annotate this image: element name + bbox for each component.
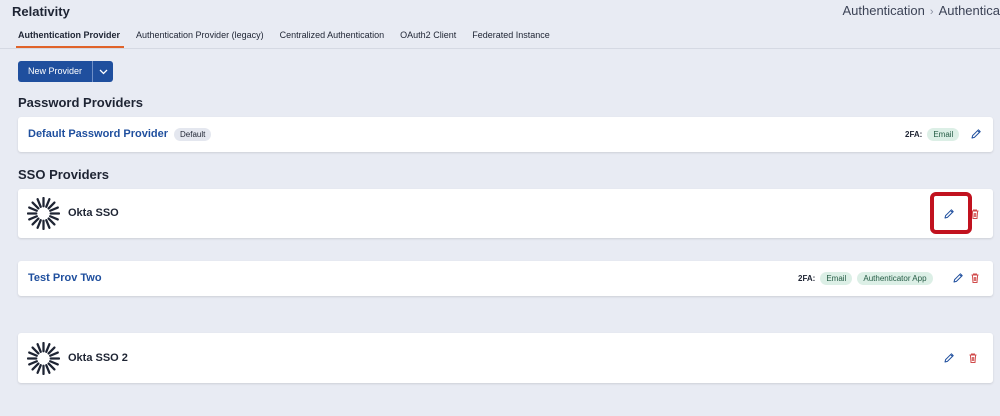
tab-divider bbox=[0, 48, 1000, 49]
password-providers-heading: Password Providers bbox=[18, 95, 143, 110]
tab-bar: Authentication Provider Authentication P… bbox=[12, 30, 560, 48]
chevron-down-icon[interactable] bbox=[92, 61, 113, 82]
tab-centralized-authentication[interactable]: Centralized Authentication bbox=[274, 30, 395, 48]
provider-card-test-prov-two: Test Prov Two 2FA: Email Authenticator A… bbox=[18, 261, 993, 296]
logo-ray bbox=[31, 362, 40, 371]
twofa-pill-email: Email bbox=[927, 128, 960, 141]
twofa-methods: 2FA: Email bbox=[905, 128, 960, 141]
tab-federated-instance[interactable]: Federated Instance bbox=[466, 30, 560, 48]
top-bar: Relativity Authentication › Authentica Aut… bbox=[0, 0, 1000, 48]
okta-sunburst-icon bbox=[27, 342, 60, 375]
delete-trash-icon[interactable] bbox=[968, 271, 982, 285]
logo-ray bbox=[45, 219, 51, 229]
provider-card-okta-sso: Okta SSO bbox=[18, 189, 993, 238]
default-badge: Default bbox=[174, 128, 212, 141]
logo-ray bbox=[45, 343, 51, 353]
logo-ray bbox=[49, 360, 59, 366]
breadcrumb: Authentication › Authentica bbox=[842, 3, 1000, 18]
breadcrumb-item-current: Authentica bbox=[938, 3, 1000, 18]
logo-ray bbox=[45, 198, 51, 208]
chevron-right-icon: › bbox=[929, 6, 934, 18]
provider-card-okta-sso-2: Okta SSO 2 bbox=[18, 333, 993, 383]
logo-ray bbox=[31, 201, 40, 210]
tab-authentication-provider-legacy[interactable]: Authentication Provider (legacy) bbox=[130, 30, 274, 48]
logo-ray bbox=[49, 351, 59, 357]
provider-name: Okta SSO bbox=[68, 207, 119, 219]
new-provider-split-button: New Provider bbox=[18, 61, 114, 82]
tab-oauth2-client[interactable]: OAuth2 Client bbox=[394, 30, 466, 48]
twofa-pill-authenticator-app: Authenticator App bbox=[857, 272, 933, 285]
provider-name-link[interactable]: Default Password Provider bbox=[28, 128, 168, 140]
edit-pencil-icon[interactable] bbox=[951, 271, 965, 285]
logo-ray bbox=[47, 362, 56, 371]
new-provider-button[interactable]: New Provider bbox=[18, 61, 92, 82]
logo-ray bbox=[31, 217, 40, 226]
logo-ray bbox=[36, 219, 42, 229]
logo-ray bbox=[28, 215, 38, 221]
logo-ray bbox=[28, 360, 38, 366]
provider-name-link[interactable]: Test Prov Two bbox=[28, 272, 102, 284]
logo-ray bbox=[36, 364, 42, 374]
logo-ray bbox=[47, 217, 56, 226]
logo-ray bbox=[36, 198, 42, 208]
edit-pencil-icon[interactable] bbox=[969, 127, 983, 141]
twofa-pill-email: Email bbox=[820, 272, 853, 285]
okta-sunburst-icon bbox=[27, 197, 60, 230]
app-title: Relativity bbox=[12, 4, 70, 19]
tab-authentication-provider[interactable]: Authentication Provider bbox=[12, 30, 130, 48]
logo-ray bbox=[28, 351, 38, 357]
logo-ray bbox=[28, 206, 38, 212]
logo-ray bbox=[45, 364, 51, 374]
twofa-methods: 2FA: Email Authenticator App bbox=[798, 272, 933, 285]
logo-ray bbox=[49, 206, 59, 212]
logo-ray bbox=[47, 346, 56, 355]
highlight-annotation-box bbox=[930, 192, 972, 234]
twofa-label: 2FA: bbox=[798, 274, 816, 283]
logo-ray bbox=[47, 201, 56, 210]
delete-trash-icon[interactable] bbox=[966, 351, 980, 365]
provider-card-default-password: Default Password Provider Default 2FA: E… bbox=[18, 117, 993, 152]
logo-ray bbox=[49, 215, 59, 221]
logo-ray bbox=[36, 343, 42, 353]
sso-providers-heading: SSO Providers bbox=[18, 167, 110, 182]
breadcrumb-item-authentication[interactable]: Authentication bbox=[842, 3, 924, 18]
twofa-label: 2FA: bbox=[905, 130, 923, 139]
edit-pencil-icon[interactable] bbox=[942, 351, 956, 365]
provider-name: Okta SSO 2 bbox=[68, 352, 128, 364]
logo-ray bbox=[31, 346, 40, 355]
